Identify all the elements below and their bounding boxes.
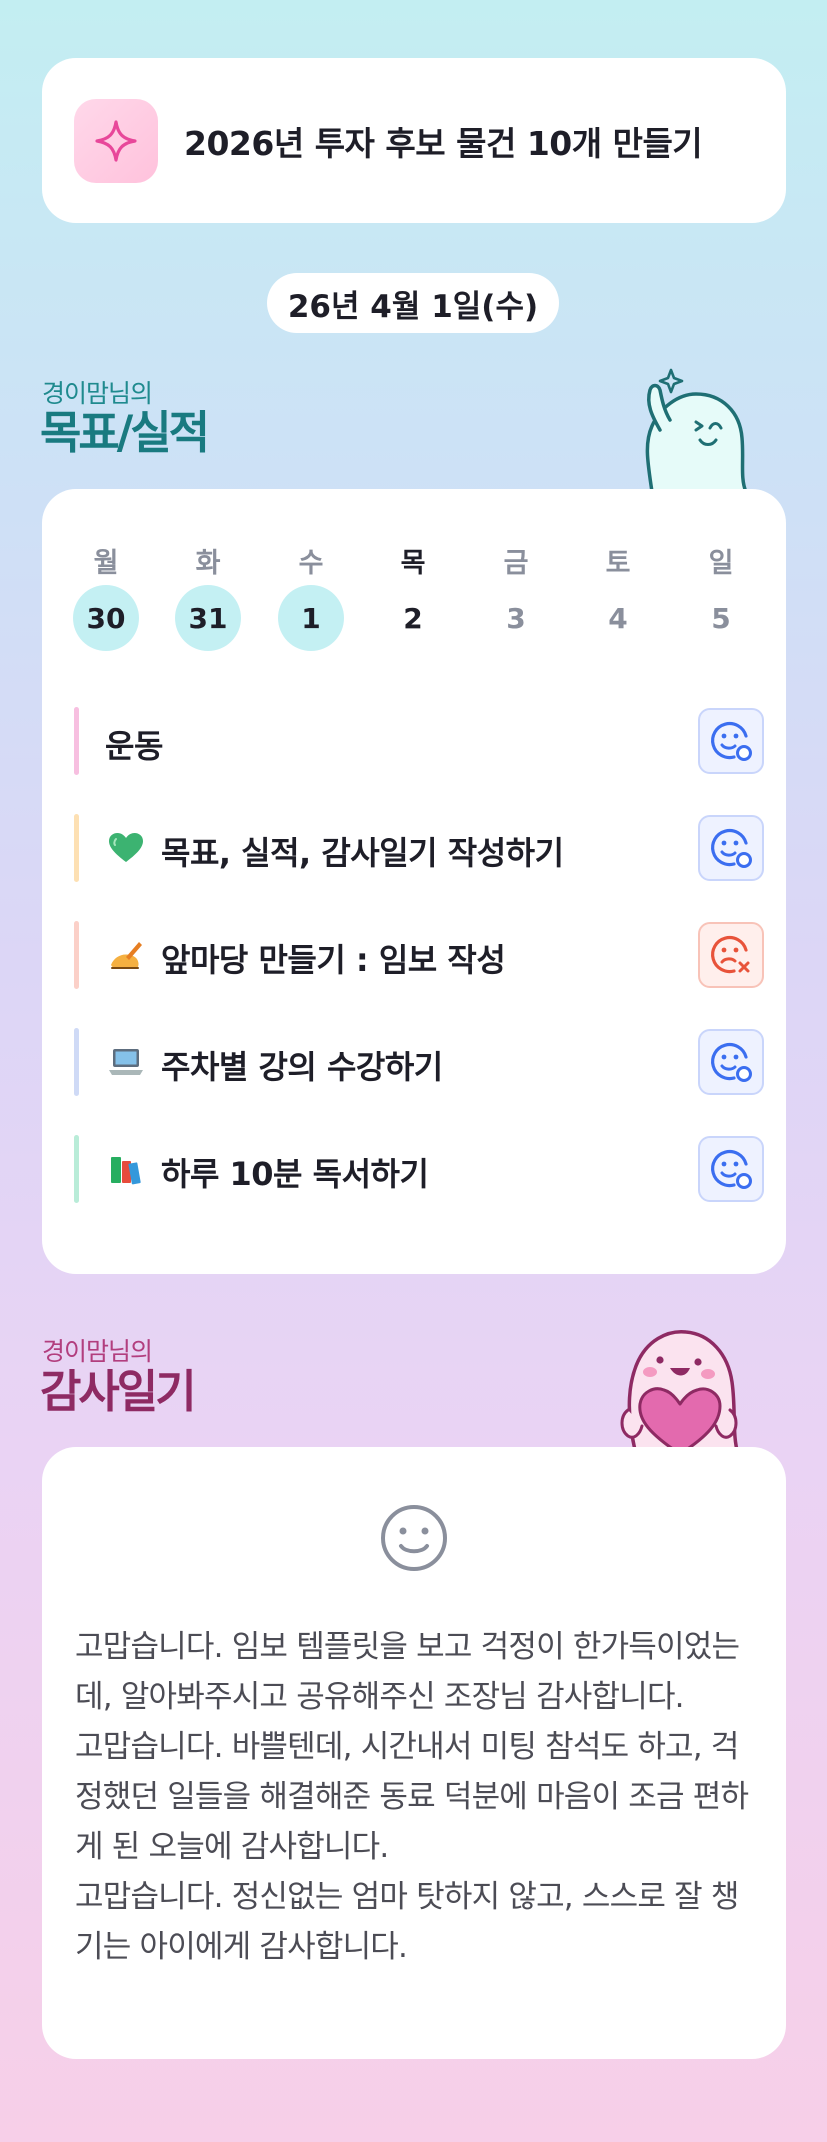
day-number[interactable]: 31: [175, 585, 241, 651]
task-label: 목표, 실적, 감사일기 작성하기: [161, 834, 564, 872]
sparkle-icon: [74, 98, 158, 183]
goal-title: 2026년 투자 후보 물건 10개 만들기: [184, 123, 703, 163]
weekday-label: 수: [298, 548, 324, 579]
task-color-bar: [74, 921, 79, 989]
gratitude-entry: 고맙습니다. 임보 템플릿을 보고 걱정이 한가득이었는데, 알아봐주시고 공유…: [75, 1629, 740, 1715]
task-label: 앞마당 만들기 : 임보 작성: [161, 941, 506, 979]
weekday-label: 목: [400, 548, 426, 579]
weekday-label: 일: [708, 548, 734, 579]
gratitude-diary-text: 고맙습니다. 임보 템플릿을 보고 걱정이 한가득이었는데, 알아봐주시고 공유…: [75, 1622, 765, 1972]
smile-check-icon: [711, 1150, 752, 1189]
task-row[interactable]: 하루 10분 독서하기: [74, 1133, 764, 1205]
weekday-label: 토: [605, 548, 631, 579]
day-number[interactable]: 2: [380, 585, 446, 651]
goals-card: 월 30 화 31 수 1 목 2 금 3 토 4 일 5 운동 목표, 실적,…: [42, 489, 786, 1274]
ghost-mascot-illustration: [645, 368, 748, 492]
goal-card[interactable]: 2026년 투자 후보 물건 10개 만들기: [42, 58, 786, 223]
task-label: 주차별 강의 수강하기: [161, 1048, 443, 1086]
gratitude-entry: 고맙습니다. 정신없는 엄마 탓하지 않고, 스스로 잘 챙기는 아이에게 감사…: [75, 1879, 739, 1965]
status-done-button[interactable]: [698, 815, 764, 881]
gratitude-section-title: 감사일기: [40, 1365, 197, 1418]
status-done-button[interactable]: [698, 1029, 764, 1095]
weekday-label: 월: [93, 548, 119, 579]
sad-x-icon: [711, 936, 750, 974]
day-number[interactable]: 1: [278, 585, 344, 651]
gratitude-card: 고맙습니다. 임보 템플릿을 보고 걱정이 한가득이었는데, 알아봐주시고 공유…: [42, 1447, 786, 2059]
date-pill[interactable]: 26년 4월 1일(수): [267, 273, 559, 333]
task-row[interactable]: 앞마당 만들기 : 임보 작성: [74, 919, 764, 991]
smile-check-icon: [711, 1043, 752, 1082]
green-heart-icon: [109, 833, 143, 862]
day-number[interactable]: 5: [688, 585, 754, 651]
task-label: 하루 10분 독서하기: [161, 1155, 429, 1193]
status-done-button[interactable]: [698, 708, 764, 774]
books-icon: [111, 1157, 141, 1185]
task-color-bar: [74, 1028, 79, 1096]
day-number[interactable]: 30: [73, 585, 139, 651]
laptop-icon: [109, 1049, 143, 1075]
smile-icon: [381, 1505, 447, 1571]
task-row[interactable]: 목표, 실적, 감사일기 작성하기: [74, 812, 764, 884]
gratitude-entry: 고맙습니다. 바쁠텐데, 시간내서 미팅 참석도 하고, 걱정했던 일들을 해결…: [75, 1729, 749, 1865]
task-color-bar: [74, 1135, 79, 1203]
task-label: 운동: [105, 727, 163, 765]
smile-check-icon: [711, 829, 752, 868]
task-color-bar: [74, 814, 79, 882]
weekday-label: 화: [195, 548, 221, 579]
task-color-bar: [74, 707, 79, 775]
status-done-button[interactable]: [698, 1136, 764, 1202]
heart-mascot-illustration: [620, 1330, 740, 1454]
status-failed-button[interactable]: [698, 922, 764, 988]
day-number[interactable]: 4: [585, 585, 651, 651]
goals-section-title: 목표/실적: [40, 406, 210, 459]
task-row[interactable]: 운동: [74, 705, 764, 777]
smile-check-icon: [711, 722, 752, 761]
writing-hand-icon: [111, 942, 142, 969]
day-number[interactable]: 3: [483, 585, 549, 651]
task-row[interactable]: 주차별 강의 수강하기: [74, 1026, 764, 1098]
weekday-label: 금: [503, 548, 529, 579]
